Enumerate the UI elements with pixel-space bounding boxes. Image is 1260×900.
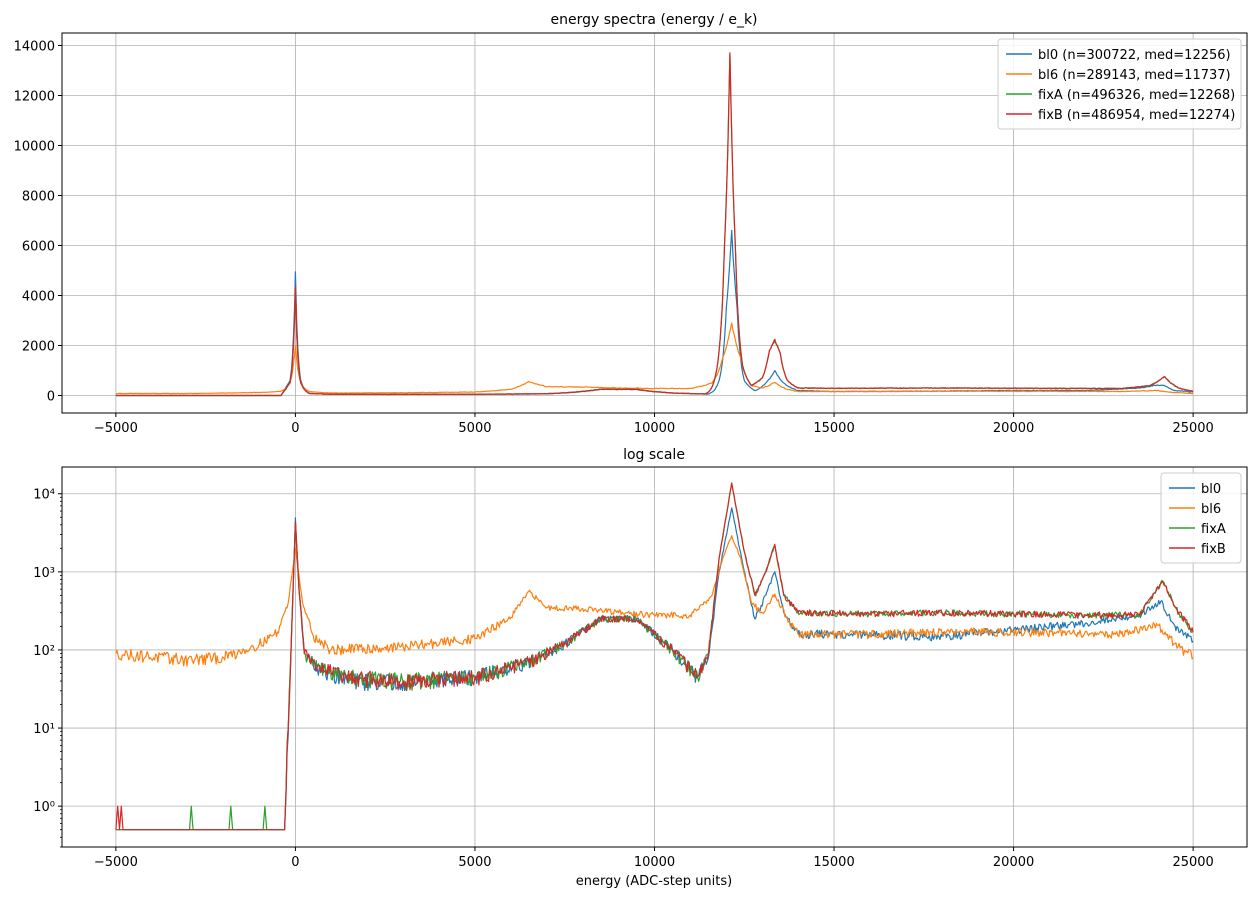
y-tick-label: 4000 <box>22 290 55 305</box>
y-tick-label: 10000 <box>14 140 55 155</box>
y-tick-label: 10¹ <box>33 722 55 737</box>
x-tick-label: 0 <box>291 421 299 436</box>
y-tick-label: 10³ <box>33 566 55 581</box>
x-tick-label: 15000 <box>813 421 854 436</box>
x-tick-label: 20000 <box>993 855 1034 870</box>
legend-label-fixB: fixB <box>1201 542 1226 557</box>
x-tick-label: 20000 <box>993 421 1034 436</box>
legend-label-fixA: fixA <box>1201 522 1226 537</box>
x-tick-label: 10000 <box>634 855 675 870</box>
y-tick-label: 10⁴ <box>33 488 55 503</box>
y-tick-label: 12000 <box>14 90 55 105</box>
legend: bl0 bl6 fixA fixB <box>1160 472 1242 564</box>
figure: energy spectra (energy / e_k) −5000 0 5000… <box>0 0 1260 900</box>
legend: bl0 (n=300722, med=12256) bl6 (n=289143, … <box>997 38 1242 130</box>
legend-label-bl6: bl6 <box>1201 502 1221 517</box>
x-tick-label: 0 <box>291 855 299 870</box>
y-tick-label: 0 <box>47 390 55 405</box>
legend-label-bl6: bl6 (n=289143, med=11737) <box>1038 68 1231 83</box>
panel-title: energy spectra (energy / e_k) <box>550 12 757 28</box>
x-tick-label: −5000 <box>94 421 138 436</box>
legend-label-bl0: bl0 <box>1201 482 1221 497</box>
x-tick-label: 25000 <box>1172 855 1213 870</box>
x-tick-label: −5000 <box>94 855 138 870</box>
legend-label-bl0: bl0 (n=300722, med=12256) <box>1038 48 1231 63</box>
y-tick-label: 8000 <box>22 190 55 205</box>
x-tick-label: 5000 <box>458 421 491 436</box>
legend-label-fixB: fixB (n=486954, med=12274) <box>1038 108 1235 123</box>
x-tick-label: 15000 <box>813 855 854 870</box>
y-tick-label: 2000 <box>22 340 55 355</box>
legend-label-fixA: fixA (n=496326, med=12268) <box>1038 88 1235 103</box>
y-tick-label: 14000 <box>14 40 55 55</box>
y-tick-label: 6000 <box>22 240 55 255</box>
y-tick-label: 10⁰ <box>33 800 55 815</box>
panel-title: log scale <box>623 447 685 463</box>
x-tick-label: 5000 <box>458 855 491 870</box>
x-tick-label: 25000 <box>1172 421 1213 436</box>
x-tick-label: 10000 <box>634 421 675 436</box>
x-axis-label: energy (ADC-step units) <box>576 874 732 889</box>
y-tick-label: 10² <box>33 644 55 659</box>
